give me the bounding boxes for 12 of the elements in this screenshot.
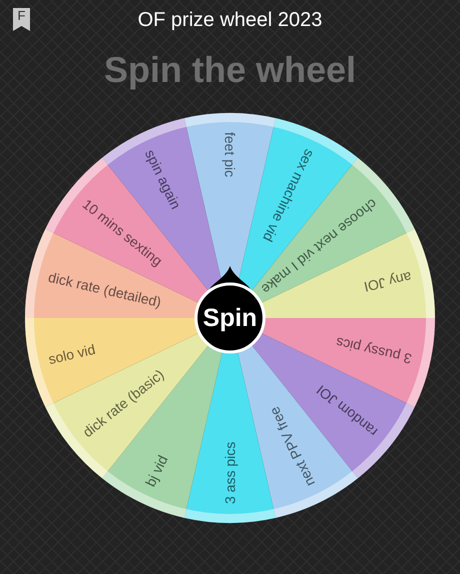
segment-label: 3 ass pics bbox=[222, 442, 238, 504]
segment-label: solo vid bbox=[46, 341, 97, 368]
page-title: OF prize wheel 2023 bbox=[138, 8, 322, 33]
wheel-heading: Spin the wheel bbox=[104, 48, 356, 92]
segment-label: next PPV free bbox=[266, 404, 318, 490]
segment-label: 3 pussy pics bbox=[334, 334, 414, 368]
bookmark-letter: F bbox=[18, 8, 26, 25]
segment-label: bj vid bbox=[142, 452, 171, 490]
bookmark-icon[interactable]: F bbox=[13, 8, 30, 31]
segment-label: any JOI bbox=[362, 268, 414, 296]
segment-label: feet pic bbox=[222, 132, 238, 178]
segment-label: spin again bbox=[142, 146, 184, 212]
